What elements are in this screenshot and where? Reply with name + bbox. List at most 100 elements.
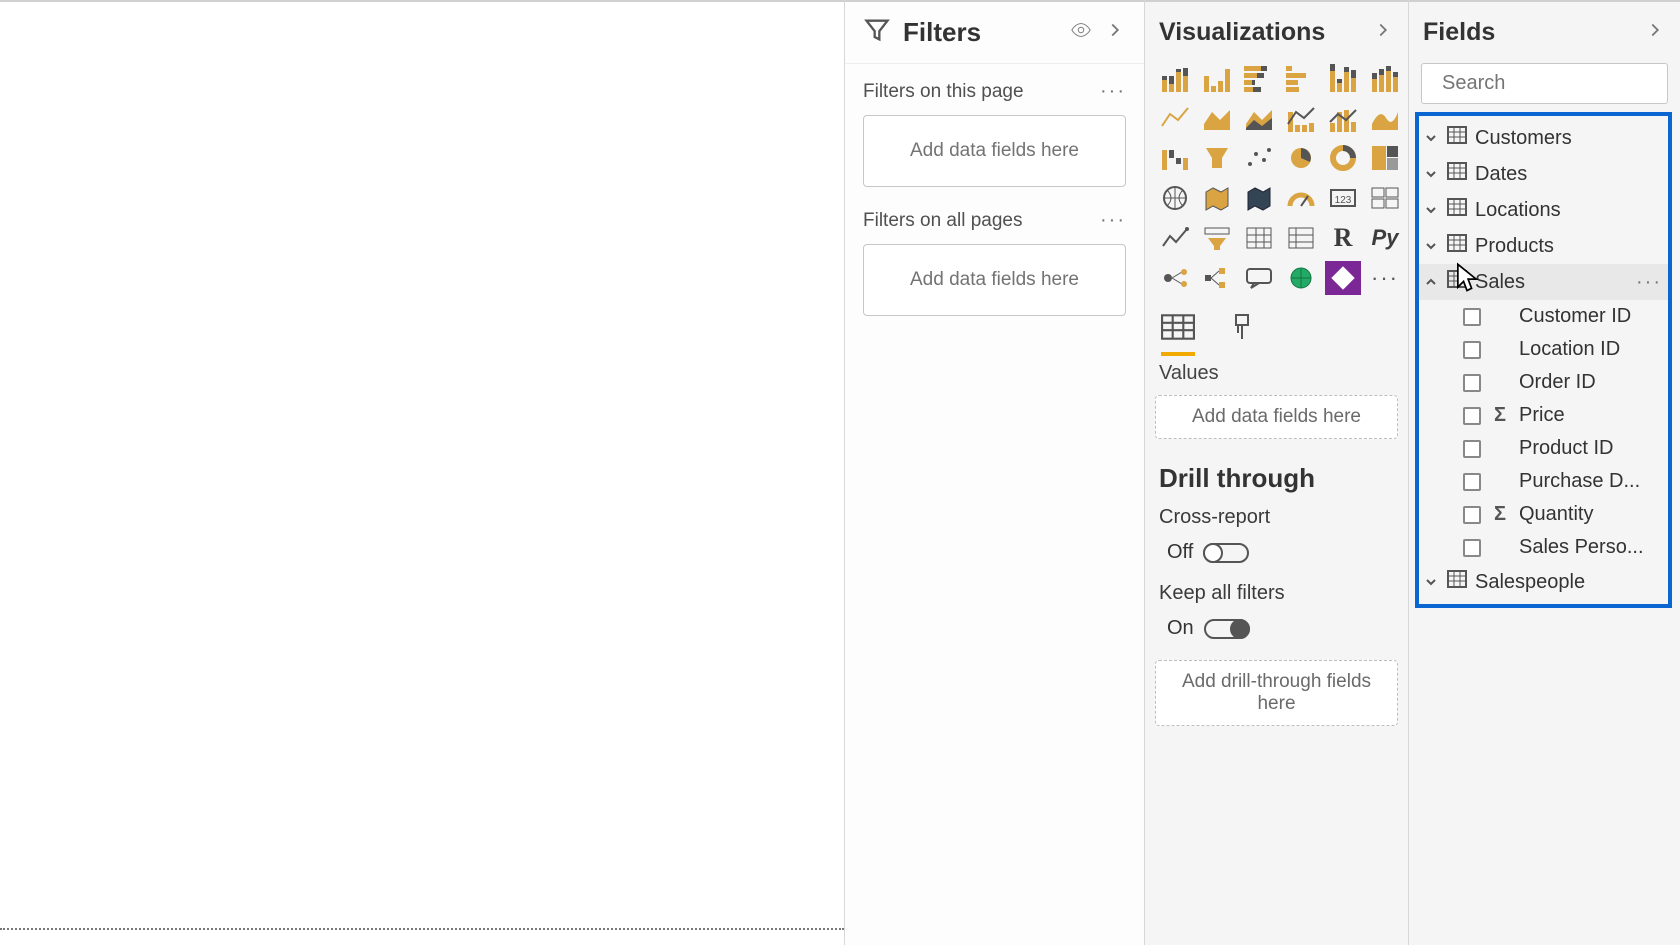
vis-line-clustered-icon[interactable] xyxy=(1325,101,1361,135)
vis-matrix-icon[interactable] xyxy=(1283,221,1319,255)
filters-page-more[interactable]: ··· xyxy=(1100,80,1126,103)
vis-more-icon[interactable]: ··· xyxy=(1367,261,1403,295)
chevron-down-icon[interactable] xyxy=(1423,575,1439,589)
field-checkbox[interactable] xyxy=(1463,407,1481,425)
vis-scatter-icon[interactable] xyxy=(1241,141,1277,175)
field-checkbox[interactable] xyxy=(1463,308,1481,326)
vis-pie-icon[interactable] xyxy=(1283,141,1319,175)
field-row[interactable]: Σ Purchase D... xyxy=(1419,465,1668,498)
table-icon xyxy=(1447,570,1467,594)
vis-clustered-bar-h-icon[interactable] xyxy=(1283,61,1319,95)
field-checkbox[interactable] xyxy=(1463,539,1481,557)
chevron-up-icon[interactable] xyxy=(1423,275,1439,289)
cross-report-state: Off xyxy=(1167,541,1193,564)
table-row[interactable]: Locations xyxy=(1419,192,1668,228)
field-row[interactable]: Σ Customer ID xyxy=(1419,300,1668,333)
chevron-down-icon[interactable] xyxy=(1423,203,1439,217)
vis-funnel-icon[interactable] xyxy=(1199,141,1235,175)
field-name: Customer ID xyxy=(1519,305,1631,328)
vis-stacked-bar-h-icon[interactable] xyxy=(1241,61,1277,95)
field-name: Price xyxy=(1519,404,1565,427)
vis-100-stacked-column-icon[interactable] xyxy=(1367,61,1403,95)
format-tab[interactable] xyxy=(1225,313,1259,356)
keep-filters-state: On xyxy=(1167,617,1194,640)
keep-filters-toggle[interactable] xyxy=(1204,619,1250,639)
table-row[interactable]: Products xyxy=(1419,228,1668,264)
field-name: Order ID xyxy=(1519,371,1596,394)
chevron-down-icon[interactable] xyxy=(1423,167,1439,181)
collapse-fields-icon[interactable] xyxy=(1644,19,1666,46)
drillthrough-dropzone[interactable]: Add drill-through fields here xyxy=(1155,660,1398,726)
field-checkbox[interactable] xyxy=(1463,440,1481,458)
vis-decomp-icon[interactable] xyxy=(1199,261,1235,295)
filters-page-dropzone[interactable]: Add data fields here xyxy=(863,115,1126,187)
field-row[interactable]: Σ Quantity xyxy=(1419,498,1668,531)
vis-py-icon[interactable]: Py xyxy=(1367,221,1403,255)
table-name: Sales xyxy=(1475,271,1525,294)
collapse-visualizations-icon[interactable] xyxy=(1372,19,1394,46)
vis-kpi-icon[interactable] xyxy=(1157,221,1193,255)
vis-ribbon-icon[interactable] xyxy=(1367,101,1403,135)
vis-key-influencer-icon[interactable] xyxy=(1157,261,1193,295)
table-row[interactable]: Customers xyxy=(1419,120,1668,156)
keep-filters-label: Keep all filters xyxy=(1145,578,1408,611)
fields-tab[interactable] xyxy=(1161,313,1195,356)
filters-all-more[interactable]: ··· xyxy=(1100,209,1126,232)
vis-line-stacked-icon[interactable] xyxy=(1283,101,1319,135)
chevron-down-icon[interactable] xyxy=(1423,131,1439,145)
fields-pane: Fields CustomersDatesLocationsProductsSa… xyxy=(1408,0,1680,945)
vis-r-icon[interactable]: R xyxy=(1325,221,1361,255)
vis-map-icon[interactable] xyxy=(1157,181,1193,215)
vis-card-icon[interactable]: 123 xyxy=(1325,181,1361,215)
field-row[interactable]: Σ Order ID xyxy=(1419,366,1668,399)
collapse-filters-icon[interactable] xyxy=(1104,19,1126,46)
field-row[interactable]: Σ Sales Perso... xyxy=(1419,531,1668,564)
vis-stacked-bar-icon[interactable] xyxy=(1157,61,1193,95)
vis-stacked-area-icon[interactable] xyxy=(1241,101,1277,135)
field-name: Location ID xyxy=(1519,338,1620,361)
field-row[interactable]: Σ Price xyxy=(1419,399,1668,432)
filters-all-dropzone[interactable]: Add data fields here xyxy=(863,244,1126,316)
table-icon xyxy=(1447,234,1467,258)
cross-report-label: Cross-report xyxy=(1145,502,1408,535)
vis-treemap-icon[interactable] xyxy=(1367,141,1403,175)
report-canvas[interactable] xyxy=(0,0,844,945)
fields-search[interactable] xyxy=(1421,63,1668,104)
vis-slicer-icon[interactable] xyxy=(1199,221,1235,255)
vis-waterfall-icon[interactable] xyxy=(1157,141,1193,175)
vis-shape-map-icon[interactable] xyxy=(1241,181,1277,215)
search-input[interactable] xyxy=(1442,72,1680,95)
vis-filled-map-icon[interactable] xyxy=(1199,181,1235,215)
preview-icon[interactable] xyxy=(1070,19,1092,46)
values-dropzone[interactable]: Add data fields here xyxy=(1155,395,1398,439)
table-row[interactable]: Sales ··· xyxy=(1419,264,1668,300)
field-checkbox[interactable] xyxy=(1463,341,1481,359)
vis-line-icon[interactable] xyxy=(1157,101,1193,135)
vis-qna-icon[interactable] xyxy=(1241,261,1277,295)
filter-icon xyxy=(863,16,891,49)
field-checkbox[interactable] xyxy=(1463,506,1481,524)
table-more-icon[interactable]: ··· xyxy=(1636,271,1662,294)
svg-text:123: 123 xyxy=(1335,195,1352,206)
field-row[interactable]: Σ Product ID xyxy=(1419,432,1668,465)
cross-report-toggle[interactable] xyxy=(1203,543,1249,563)
table-row[interactable]: Dates xyxy=(1419,156,1668,192)
sigma-icon: Σ xyxy=(1491,503,1509,526)
drillthrough-title: Drill through xyxy=(1145,453,1408,502)
filters-pane: Filters Filters on this page ··· Add dat… xyxy=(844,0,1144,945)
vis-100-stacked-bar-icon[interactable] xyxy=(1325,61,1361,95)
field-checkbox[interactable] xyxy=(1463,473,1481,491)
vis-powerapps-icon[interactable] xyxy=(1325,261,1361,295)
chevron-down-icon[interactable] xyxy=(1423,239,1439,253)
vis-table-icon[interactable] xyxy=(1241,221,1277,255)
vis-globe-icon[interactable] xyxy=(1283,261,1319,295)
field-row[interactable]: Σ Location ID xyxy=(1419,333,1668,366)
field-checkbox[interactable] xyxy=(1463,374,1481,392)
vis-donut-icon[interactable] xyxy=(1325,141,1361,175)
vis-clustered-bar-icon[interactable] xyxy=(1199,61,1235,95)
vis-multi-card-icon[interactable] xyxy=(1367,181,1403,215)
vis-gauge-icon[interactable] xyxy=(1283,181,1319,215)
filters-title: Filters xyxy=(903,17,1058,48)
vis-area-icon[interactable] xyxy=(1199,101,1235,135)
table-row[interactable]: Salespeople xyxy=(1419,564,1668,600)
